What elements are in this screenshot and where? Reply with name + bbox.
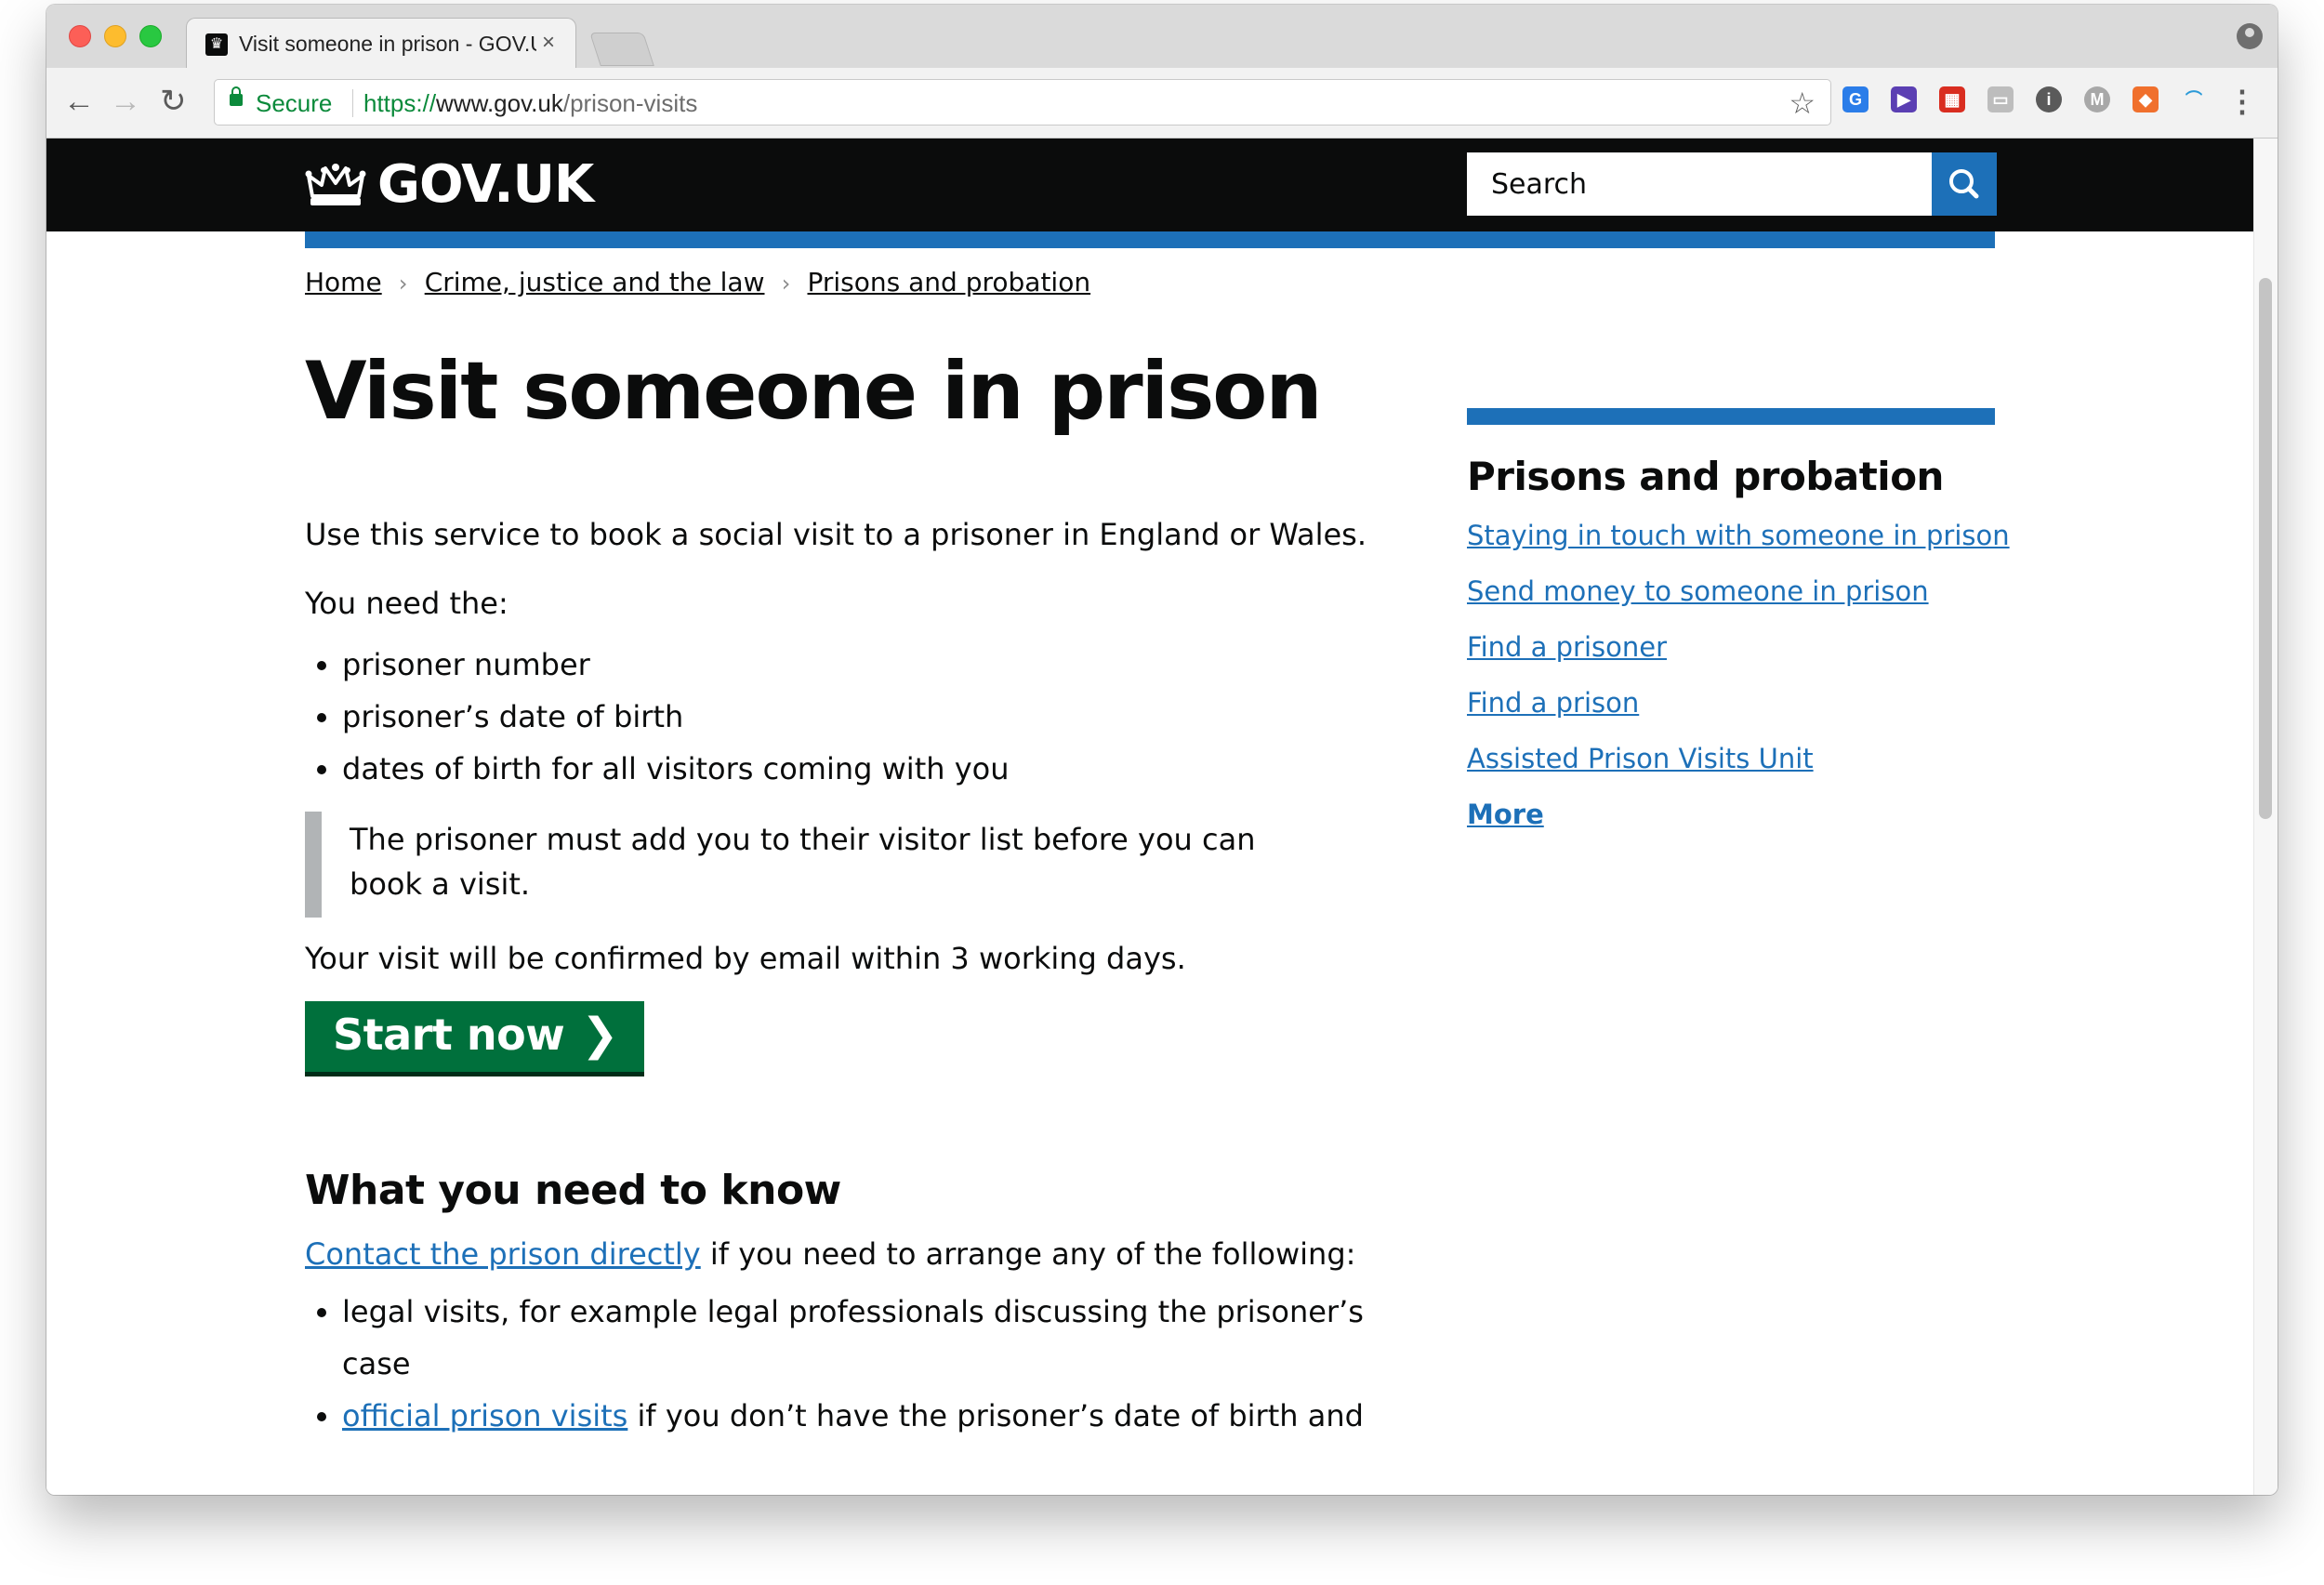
extension-m-icon[interactable]: M (2084, 86, 2110, 112)
tab-bar: ♛ Visit someone in prison - GOV.UK × (46, 5, 2278, 68)
start-now-label: Start now (333, 1010, 565, 1060)
extension-calendar-icon[interactable]: ▦ (1939, 86, 1965, 112)
browser-menu-icon[interactable]: ⋮ (2227, 85, 2257, 118)
list-item: dates of birth for all visitors coming w… (342, 743, 1402, 795)
related-link-assisted-visits[interactable]: Assisted Prison Visits Unit (1467, 741, 1995, 776)
confirmation-text: Your visit will be confirmed by email wi… (305, 941, 1186, 976)
list-item-text: if you don’t have the prisoner’s date of… (627, 1398, 1364, 1433)
main-content: Visit someone in prison Use this service… (305, 345, 1402, 1442)
close-tab-icon[interactable]: × (542, 30, 555, 56)
profile-icon[interactable] (2237, 23, 2263, 49)
url-scheme: https:// (363, 89, 437, 117)
browser-toolbar: ← → ↻ Secure https://www.gov.uk/prison-v… (46, 68, 2278, 139)
related-link-send-money[interactable]: Send money to someone in prison (1467, 574, 1995, 609)
related-link-find-prisoner[interactable]: Find a prisoner (1467, 629, 1995, 665)
maximize-window-button[interactable] (139, 25, 162, 47)
tab-title: Visit someone in prison - GOV.UK (239, 32, 536, 56)
list-item: legal visits, for example legal professi… (342, 1286, 1402, 1390)
search-input[interactable] (1467, 152, 1932, 216)
browser-tab[interactable]: ♛ Visit someone in prison - GOV.UK × (186, 18, 576, 68)
back-arrow-icon[interactable]: ← (63, 85, 95, 118)
browser-window: ♛ Visit someone in prison - GOV.UK × ← →… (46, 5, 2278, 1495)
scrollbar[interactable] (2253, 139, 2278, 1495)
extension-ghost-icon[interactable]: G (1842, 86, 1868, 112)
extension-wave-icon[interactable]: ⌒ (2181, 86, 2207, 112)
breadcrumb: Home › Crime, justice and the law › Prisons … (305, 267, 1090, 297)
page-title: Visit someone in prison (305, 345, 1323, 438)
breadcrumb-prisons-probation[interactable]: Prisons and probation (808, 267, 1091, 297)
crown-favicon-icon: ♛ (205, 33, 228, 56)
address-bar[interactable]: Secure https://www.gov.uk/prison-visits … (214, 79, 1831, 125)
contact-text: if you need to arrange any of the follow… (700, 1236, 1356, 1272)
arrangements-list: legal visits, for example legal professi… (305, 1286, 1402, 1442)
url-path: /prison-visits (562, 89, 698, 117)
breadcrumb-crime-justice[interactable]: Crime, justice and the law (425, 267, 765, 297)
secure-label: Secure (256, 89, 333, 117)
address-separator (352, 89, 353, 117)
related-more-link[interactable]: More (1467, 797, 1995, 832)
start-now-button[interactable]: Start now ❯ (305, 1001, 644, 1072)
page-viewport: GOV.UK Home › Crime, justice and the law › P… (46, 139, 2253, 1495)
search-icon (1949, 169, 1979, 199)
needs-label: You need the: (305, 586, 508, 621)
forward-arrow-icon[interactable]: → (110, 85, 141, 118)
chevron-right-icon: › (398, 271, 408, 297)
list-item: prisoner’s date of birth (342, 691, 1402, 743)
related-heading: Prisons and probation (1467, 454, 1944, 499)
section-heading: What you need to know (305, 1167, 841, 1214)
bookmark-star-icon[interactable]: ☆ (1789, 86, 1816, 121)
needs-list: prisoner number prisoner’s date of birth… (305, 639, 1402, 795)
intro-text: Use this service to book a social visit … (305, 517, 1367, 552)
crown-logo-icon[interactable] (305, 163, 366, 209)
govuk-logo-text[interactable]: GOV.UK (377, 157, 594, 213)
lock-icon (230, 86, 243, 106)
extension-fox-icon[interactable]: ◆ (2133, 86, 2159, 112)
list-item: official prison visits if you don’t have… (342, 1390, 1402, 1442)
url-text[interactable]: https://www.gov.uk/prison-visits (363, 89, 697, 118)
chevron-right-icon: ❯ (581, 1009, 618, 1061)
search-button[interactable] (1932, 152, 1997, 216)
new-tab-button[interactable] (589, 33, 654, 66)
related-navigation: Prisons and probation Staying in touch w… (1467, 408, 2010, 852)
inset-text: The prisoner must add you to their visit… (305, 812, 1279, 918)
reload-icon[interactable]: ↻ (160, 85, 187, 118)
list-item: prisoner number (342, 639, 1402, 691)
minimize-window-button[interactable] (104, 25, 126, 47)
chevron-right-icon: › (781, 271, 791, 297)
govuk-header: GOV.UK (46, 139, 2253, 231)
contact-paragraph: Contact the prison directly if you need … (305, 1234, 1402, 1275)
extension-play-icon[interactable]: ▶ (1891, 86, 1917, 112)
extension-css-icon[interactable]: ▭ (1987, 86, 2014, 112)
scrollbar-thumb[interactable] (2259, 278, 2272, 819)
official-prison-visits-link[interactable]: official prison visits (342, 1398, 627, 1433)
related-link-find-prison[interactable]: Find a prison (1467, 685, 1995, 720)
contact-prison-link[interactable]: Contact the prison directly (305, 1236, 701, 1272)
search-box (1467, 152, 1932, 216)
header-blue-bar (305, 231, 1995, 248)
related-link-staying-in-touch[interactable]: Staying in touch with someone in prison (1467, 518, 2010, 553)
related-blue-bar (1467, 408, 1995, 425)
breadcrumb-home[interactable]: Home (305, 267, 382, 297)
close-window-button[interactable] (69, 25, 91, 47)
url-host: www.gov.uk (436, 89, 563, 117)
extension-info-icon[interactable]: i (2036, 86, 2062, 112)
